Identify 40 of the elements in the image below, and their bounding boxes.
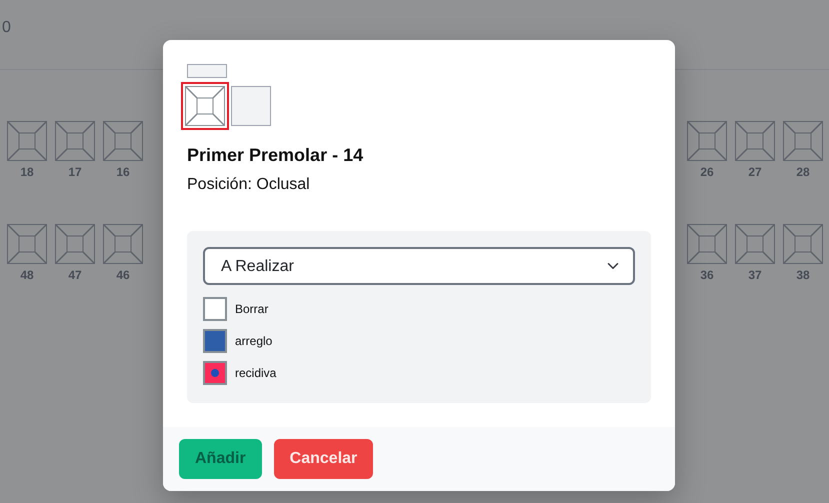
tooth-icon[interactable] [735,121,775,161]
tooth-icon[interactable] [55,121,95,161]
tooth-number: 26 [700,165,714,179]
color-swatch[interactable] [203,329,227,353]
tooth-icon[interactable] [103,224,143,264]
tooth-number: 46 [116,268,130,282]
tooth-number: 36 [700,268,714,282]
tooth-icon[interactable] [55,224,95,264]
tooth-icon[interactable] [687,121,727,161]
tooth-number: 17 [68,165,82,179]
tooth-icon[interactable] [687,224,727,264]
color-swatch[interactable] [203,297,227,321]
tooth-title: Primer Premolar - 14 [187,144,364,167]
dot-icon [211,369,219,377]
tooth-icon[interactable] [103,121,143,161]
legend-label: arreglo [235,333,272,350]
tooth-number: 18 [20,165,34,179]
tooth-icon[interactable] [735,224,775,264]
tooth-number: 38 [796,268,810,282]
cancel-button[interactable]: Cancelar [274,439,374,479]
add-button[interactable]: Añadir [179,439,262,479]
tooth-number: 27 [748,165,762,179]
tooth-number: 28 [796,165,810,179]
tooth-icon[interactable] [783,224,823,264]
treatment-select[interactable]: A Realizar [203,247,635,285]
tooth-icon[interactable] [7,224,47,264]
tooth-number: 16 [116,165,130,179]
legend-label: Borrar [235,301,268,318]
color-swatch[interactable] [203,361,227,385]
legend-label: recidiva [235,365,276,382]
tooth-number: 37 [748,268,762,282]
tooth-icon [185,86,225,126]
tooth-number: 47 [68,268,82,282]
tooth-number: 48 [20,268,34,282]
tooth-icon[interactable] [7,121,47,161]
tooth-icon[interactable] [783,121,823,161]
tooth-root-box [187,64,227,78]
selected-tooth-frame[interactable] [181,82,229,130]
position-text: Posición: Oclusal [187,175,311,195]
tooth-face-box [231,86,271,126]
